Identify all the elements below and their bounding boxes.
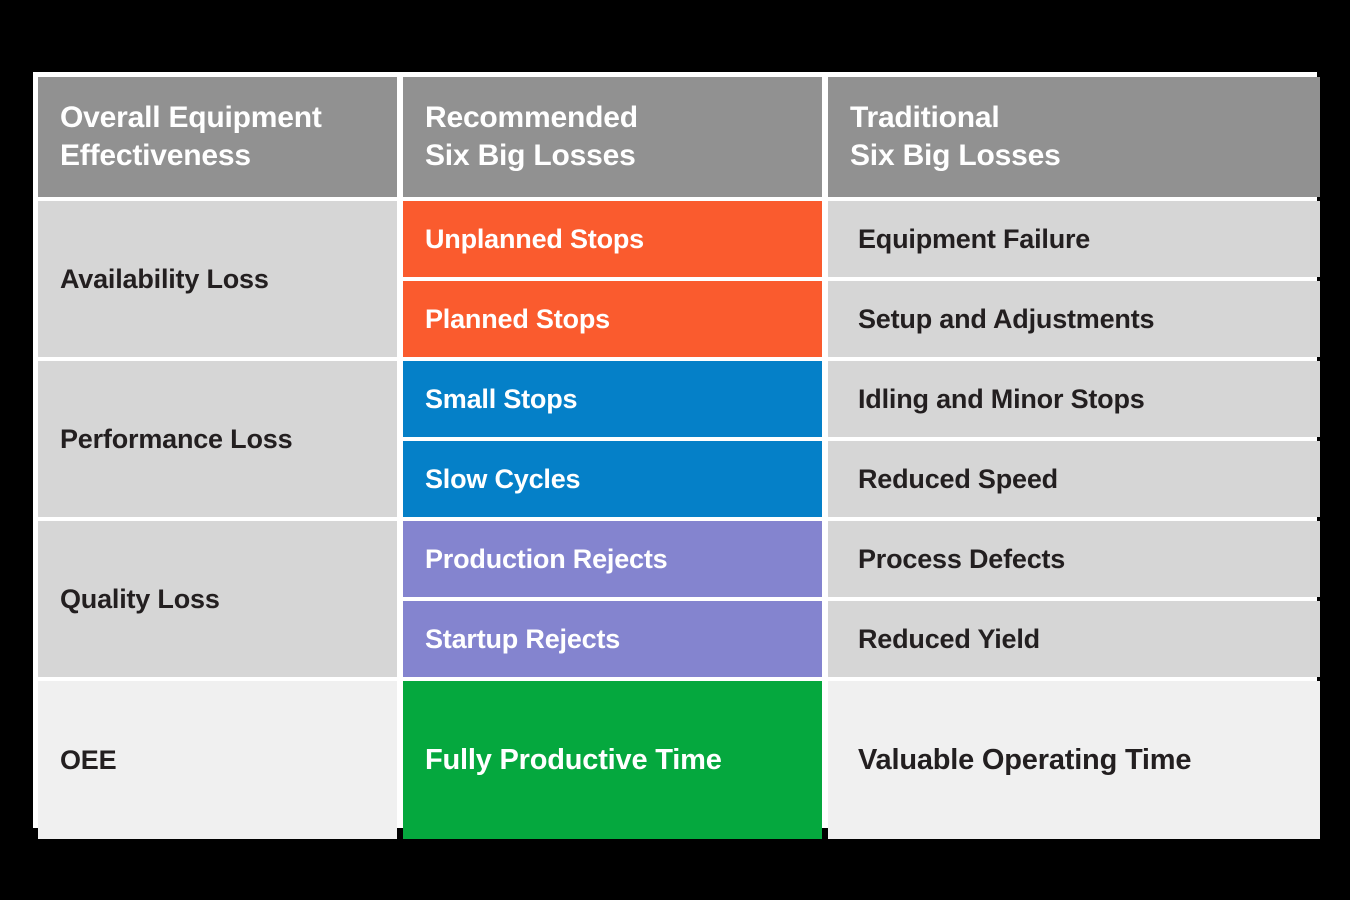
recommended-label: Slow Cycles bbox=[425, 463, 581, 494]
recommended-label: Unplanned Stops bbox=[425, 223, 644, 254]
traditional-label: Valuable Operating Time bbox=[858, 743, 1192, 776]
recommended-cell-startup-rejects: Startup Rejects bbox=[403, 601, 822, 677]
column-header-traditional-six-big-losses: Traditional Six Big Losses bbox=[828, 77, 1320, 197]
screenshot-root: Overall Equipment Effectiveness Recommen… bbox=[0, 0, 1350, 900]
recommended-label: Planned Stops bbox=[425, 303, 610, 334]
recommended-label: Fully Productive Time bbox=[425, 743, 722, 776]
recommended-cell-unplanned-stops: Unplanned Stops bbox=[403, 201, 822, 277]
category-label: Availability Loss bbox=[60, 263, 269, 294]
traditional-label: Equipment Failure bbox=[858, 223, 1091, 254]
recommended-cell-planned-stops: Planned Stops bbox=[403, 281, 822, 357]
category-cell-oee: OEE bbox=[38, 681, 397, 839]
traditional-label: Setup and Adjustments bbox=[858, 303, 1155, 334]
traditional-cell-valuable-operating-time: Valuable Operating Time bbox=[828, 681, 1320, 839]
column-header-line2: Six Big Losses bbox=[850, 139, 1061, 172]
category-label: Quality Loss bbox=[60, 583, 220, 614]
recommended-cell-production-rejects: Production Rejects bbox=[403, 521, 822, 597]
column-header-line1: Traditional bbox=[850, 100, 1000, 134]
traditional-cell-idling-and-minor-stops: Idling and Minor Stops bbox=[828, 361, 1320, 437]
oee-six-big-losses-table: Overall Equipment Effectiveness Recommen… bbox=[38, 77, 1320, 839]
traditional-label: Reduced Speed bbox=[858, 463, 1058, 494]
recommended-cell-slow-cycles: Slow Cycles bbox=[403, 441, 822, 517]
column-header-line2: Six Big Losses bbox=[425, 139, 636, 172]
category-cell-quality-loss: Quality Loss bbox=[38, 521, 397, 677]
traditional-label: Reduced Yield bbox=[858, 623, 1040, 654]
recommended-cell-small-stops: Small Stops bbox=[403, 361, 822, 437]
traditional-cell-process-defects: Process Defects bbox=[828, 521, 1320, 597]
category-label: OEE bbox=[60, 744, 117, 775]
recommended-label: Small Stops bbox=[425, 383, 578, 414]
traditional-label: Idling and Minor Stops bbox=[858, 383, 1145, 414]
recommended-label: Production Rejects bbox=[425, 543, 668, 574]
category-label: Performance Loss bbox=[60, 423, 293, 454]
recommended-cell-fully-productive-time: Fully Productive Time bbox=[403, 681, 822, 839]
column-header-line1: Overall Equipment bbox=[60, 100, 322, 134]
traditional-cell-setup-and-adjustments: Setup and Adjustments bbox=[828, 281, 1320, 357]
traditional-cell-equipment-failure: Equipment Failure bbox=[828, 201, 1320, 277]
column-header-overall-equipment-effectiveness: Overall Equipment Effectiveness bbox=[38, 77, 397, 197]
comparison-table-card: Overall Equipment Effectiveness Recommen… bbox=[33, 72, 1320, 839]
traditional-cell-reduced-yield: Reduced Yield bbox=[828, 601, 1320, 677]
traditional-label: Process Defects bbox=[858, 543, 1066, 574]
column-header-recommended-six-big-losses: Recommended Six Big Losses bbox=[403, 77, 822, 197]
category-cell-performance-loss: Performance Loss bbox=[38, 361, 397, 517]
column-header-line1: Recommended bbox=[425, 100, 638, 134]
column-header-line2: Effectiveness bbox=[60, 139, 251, 172]
recommended-label: Startup Rejects bbox=[425, 623, 621, 654]
category-cell-availability-loss: Availability Loss bbox=[38, 201, 397, 357]
traditional-cell-reduced-speed: Reduced Speed bbox=[828, 441, 1320, 517]
